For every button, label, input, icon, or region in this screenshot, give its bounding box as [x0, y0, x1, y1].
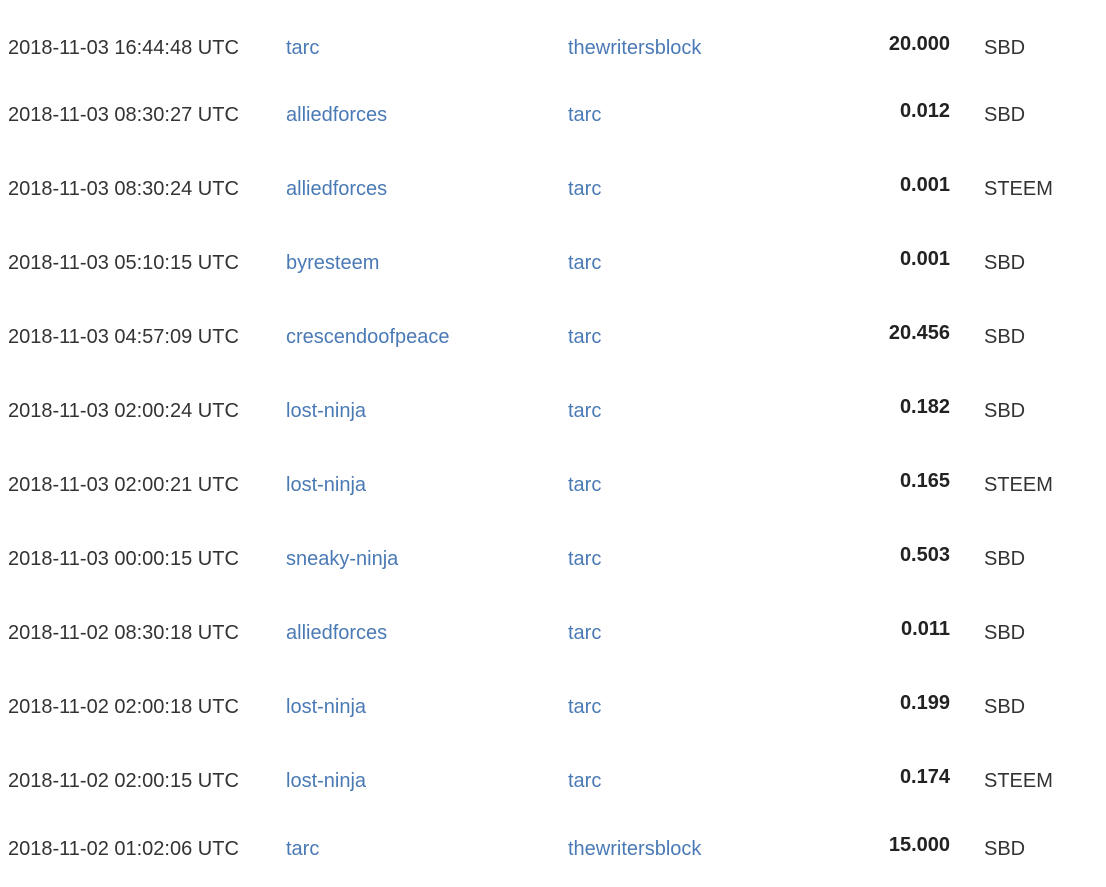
transfer-date: 2018-11-02 08:30:18 UTC [8, 622, 239, 644]
transfer-date: 2018-11-03 16:44:48 UTC [8, 37, 239, 59]
to-account-link[interactable]: tarc [568, 621, 601, 645]
transfer-date: 2018-11-03 00:00:15 UTC [8, 548, 239, 570]
transfer-amount: 0.503 [899, 544, 950, 566]
to-account-link[interactable]: tarc [568, 769, 601, 793]
transfer-row: 2018-11-02 01:02:06 UTC tarc thewritersb… [0, 827, 1106, 867]
transfer-row: 2018-11-03 08:30:24 UTC alliedforces tar… [0, 167, 1106, 207]
transfer-row: 2018-11-03 08:30:27 UTC alliedforces tar… [0, 93, 1106, 133]
transfer-date: 2018-11-02 02:00:18 UTC [8, 696, 239, 718]
transfer-amount: 0.182 [899, 396, 950, 418]
transfer-currency: SBD [984, 696, 1026, 718]
transfer-row: 2018-11-02 08:30:18 UTC alliedforces tar… [0, 611, 1106, 651]
transfer-row: 2018-11-02 02:00:18 UTC lost-ninja tarc … [0, 685, 1106, 725]
to-account-link[interactable]: tarc [568, 325, 601, 349]
from-account-link[interactable]: crescendoofpeace [286, 325, 449, 349]
to-account-link[interactable]: thewritersblock [568, 36, 701, 60]
transfer-date: 2018-11-03 02:00:24 UTC [8, 400, 239, 422]
to-account-link[interactable]: tarc [568, 547, 601, 571]
transfer-amount: 0.174 [899, 766, 950, 788]
from-account-link[interactable]: alliedforces [286, 177, 387, 201]
transfer-currency: SBD [984, 838, 1026, 860]
transfer-amount: 0.165 [899, 470, 950, 492]
transfer-currency: SBD [984, 622, 1026, 644]
transfer-amount: 0.001 [899, 248, 950, 270]
to-account-link[interactable]: tarc [568, 695, 601, 719]
transfer-date: 2018-11-02 02:00:15 UTC [8, 770, 239, 792]
transfer-amount: 15.000 [888, 834, 950, 856]
from-account-link[interactable]: lost-ninja [286, 769, 366, 793]
transfer-date: 2018-11-03 08:30:24 UTC [8, 178, 239, 200]
transfer-row: 2018-11-02 02:00:15 UTC lost-ninja tarc … [0, 759, 1106, 799]
to-account-link[interactable]: tarc [568, 473, 601, 497]
to-account-link[interactable]: tarc [568, 399, 601, 423]
transfer-row: 2018-11-03 04:57:09 UTC crescendoofpeace… [0, 315, 1106, 355]
transfer-amount: 0.012 [899, 100, 950, 122]
transfer-amount: 0.011 [901, 618, 950, 640]
to-account-link[interactable]: tarc [568, 177, 601, 201]
from-account-link[interactable]: byresteem [286, 251, 379, 275]
transfer-date: 2018-11-03 08:30:27 UTC [8, 104, 239, 126]
from-account-link[interactable]: lost-ninja [286, 399, 366, 423]
to-account-link[interactable]: thewritersblock [568, 837, 701, 861]
transfer-currency: SBD [984, 104, 1026, 126]
transfer-currency: SBD [984, 548, 1026, 570]
transfer-row: 2018-11-03 16:44:48 UTC tarc thewritersb… [0, 26, 1106, 66]
transfer-currency: STEEM [984, 474, 1053, 496]
transfer-currency: SBD [984, 252, 1026, 274]
transfer-row: 2018-11-03 02:00:21 UTC lost-ninja tarc … [0, 463, 1106, 503]
from-account-link[interactable]: alliedforces [286, 103, 387, 127]
from-account-link[interactable]: tarc [286, 36, 319, 60]
transfer-currency: STEEM [984, 770, 1053, 792]
transfer-currency: STEEM [984, 178, 1053, 200]
transfer-date: 2018-11-03 04:57:09 UTC [8, 326, 239, 348]
transfer-amount: 20.000 [888, 33, 950, 55]
transfer-amount: 20.456 [888, 322, 950, 344]
from-account-link[interactable]: lost-ninja [286, 473, 366, 497]
transfer-currency: SBD [984, 400, 1026, 422]
transfer-currency: SBD [984, 37, 1026, 59]
from-account-link[interactable]: lost-ninja [286, 695, 366, 719]
transfer-amount: 0.199 [899, 692, 950, 714]
transfer-row: 2018-11-03 02:00:24 UTC lost-ninja tarc … [0, 389, 1106, 429]
to-account-link[interactable]: tarc [568, 103, 601, 127]
transfer-date: 2018-11-02 01:02:06 UTC [8, 838, 239, 860]
to-account-link[interactable]: tarc [568, 251, 601, 275]
transfer-amount: 0.001 [899, 174, 950, 196]
transfer-date: 2018-11-03 02:00:21 UTC [8, 474, 239, 496]
from-account-link[interactable]: sneaky-ninja [286, 547, 398, 571]
from-account-link[interactable]: tarc [286, 837, 319, 861]
transfer-history-list: 2018-11-03 16:44:48 UTC tarc thewritersb… [0, 0, 1106, 887]
transfer-row: 2018-11-03 05:10:15 UTC byresteem tarc 0… [0, 241, 1106, 281]
transfer-row: 2018-11-03 00:00:15 UTC sneaky-ninja tar… [0, 537, 1106, 577]
transfer-date: 2018-11-03 05:10:15 UTC [8, 252, 239, 274]
transfer-currency: SBD [984, 326, 1026, 348]
from-account-link[interactable]: alliedforces [286, 621, 387, 645]
